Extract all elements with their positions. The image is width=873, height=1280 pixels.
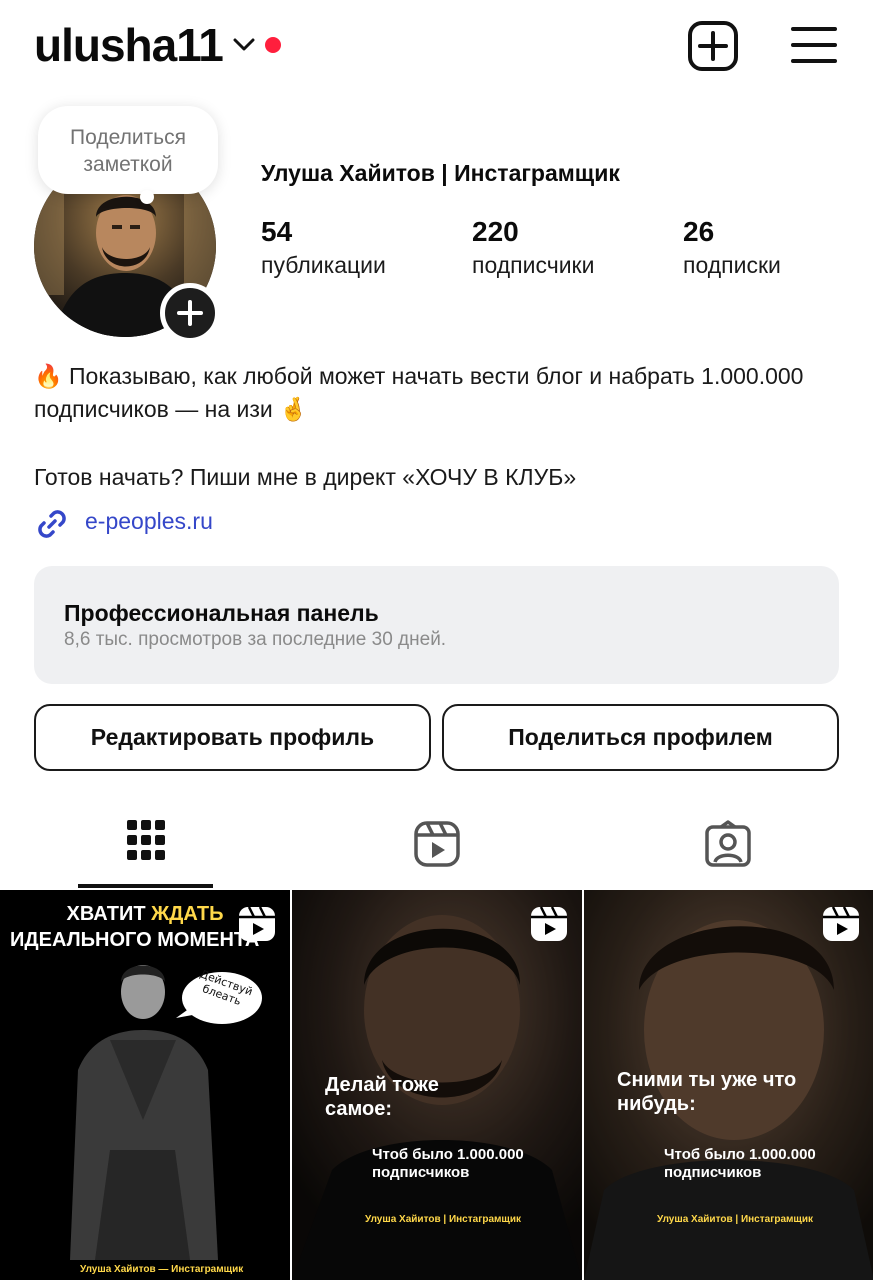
post-footer: Улуша Хайитов | Инстаграмщик	[657, 1214, 814, 1225]
post-title-word2: ЖДАТЬ	[151, 903, 224, 925]
reel-badge-icon	[823, 906, 859, 941]
stat-posts-value: 54	[261, 216, 293, 247]
post-caption-sub: Чтоб было 1.000.000 подписчиков	[372, 1146, 524, 1181]
post-footer: Улуша Хайитов | Инстаграмщик	[365, 1214, 522, 1225]
tab-grid[interactable]	[0, 808, 291, 888]
professional-dashboard-title: Профессиональная панель	[64, 600, 379, 626]
post-footer: Улуша Хайитов — Инстаграмщик	[80, 1264, 244, 1275]
stat-followers-value: 220	[472, 216, 519, 247]
post-caption-main: Делай тоже самое:	[325, 1074, 439, 1120]
bio-link-text[interactable]: e-peoples.ru	[85, 508, 213, 535]
tab-reels[interactable]	[291, 808, 582, 888]
hamburger-menu-icon[interactable]	[790, 24, 838, 66]
profile-full-name: Улуша Хайитов | Инстаграмщик	[261, 160, 620, 186]
stat-following[interactable]: 26 подписки	[683, 216, 781, 282]
stat-posts-label: публикации	[261, 252, 386, 278]
tab-active-indicator	[78, 884, 213, 888]
plus-icon	[177, 300, 203, 326]
posts-grid: ХВАТИТ ЖДАТЬ ИДЕАЛЬНОГО МОМЕНТА Действуй…	[0, 890, 873, 1280]
note-bubble-tail	[140, 190, 154, 204]
notification-dot	[265, 37, 281, 53]
share-profile-button[interactable]: Поделиться профилем	[442, 704, 839, 771]
stat-following-label: подписки	[683, 252, 781, 278]
new-post-icon[interactable]	[687, 20, 739, 72]
account-username[interactable]: ulusha11	[34, 18, 224, 72]
reel-badge-icon	[239, 906, 275, 941]
link-icon	[38, 510, 66, 538]
bio-call-to-action: Готов начать? Пиши мне в директ «ХОЧУ В …	[34, 464, 577, 490]
post-caption-main: Сними ты уже что нибудь:	[617, 1069, 797, 1115]
tab-tagged[interactable]	[582, 808, 873, 888]
post-title-line2: ИДЕАЛЬНОГО МОМЕНТА	[10, 929, 260, 951]
grid-icon	[126, 820, 165, 860]
note-bubble-label: Поделиться заметкой	[70, 126, 186, 176]
post-thumbnail[interactable]: Делай тоже самое: Чтоб было 1.000.000 по…	[292, 890, 582, 1280]
tagged-icon	[704, 820, 751, 867]
edit-profile-button[interactable]: Редактировать профиль	[34, 704, 431, 771]
add-story-button[interactable]	[160, 283, 220, 343]
professional-dashboard[interactable]: Профессиональная панель 8,6 тыс. просмот…	[34, 566, 839, 684]
post-thumbnail[interactable]: Сними ты уже что нибудь: Чтоб было 1.000…	[584, 890, 873, 1280]
stat-posts[interactable]: 54 публикации	[261, 216, 386, 282]
post-title-word1: ХВАТИТ	[66, 903, 146, 925]
post-thumbnail[interactable]: ХВАТИТ ЖДАТЬ ИДЕАЛЬНОГО МОМЕНТА Действуй…	[0, 890, 290, 1280]
professional-dashboard-subtitle: 8,6 тыс. просмотров за последние 30 дней…	[64, 629, 447, 650]
chevron-down-icon[interactable]	[232, 35, 256, 55]
stat-followers-label: подписчики	[472, 252, 595, 278]
post-caption-sub: Чтоб было 1.000.000 подписчиков	[664, 1146, 816, 1181]
reel-badge-icon	[531, 906, 567, 941]
stat-followers[interactable]: 220 подписчики	[472, 216, 594, 282]
reels-icon	[413, 821, 460, 867]
stat-following-value: 26	[683, 216, 715, 247]
share-note-bubble[interactable]: Поделиться заметкой	[38, 106, 218, 194]
bio-text: 🔥 Показываю, как любой может начать вест…	[34, 363, 804, 422]
top-header: ulusha11	[0, 0, 873, 92]
